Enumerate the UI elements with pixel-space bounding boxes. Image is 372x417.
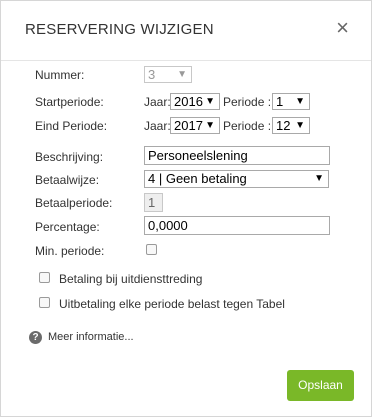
start-periode-label: Periode : — [223, 95, 272, 109]
eindperiode-label: Eind Periode: — [35, 119, 108, 133]
nummer-value: 3 — [148, 67, 156, 82]
min-periode-checkbox[interactable] — [146, 244, 157, 255]
betaalwijze-value: 4 | Geen betaling — [148, 171, 247, 186]
eind-periode-select[interactable]: 12 ▼ — [272, 117, 310, 134]
uitdiensttreding-label: Betaling bij uitdiensttreding — [59, 272, 203, 286]
meer-informatie-link[interactable]: Meer informatie... — [48, 331, 134, 343]
percentage-input[interactable]: 0,0000 — [144, 216, 330, 235]
betaalwijze-label: Betaalwijze: — [35, 173, 100, 187]
reservering-dialog: RESERVERING WIJZIGEN × Nummer: 3 ▼ Start… — [0, 0, 372, 417]
eind-periode-label: Periode : — [223, 119, 272, 133]
min-periode-label: Min. periode: — [35, 244, 105, 258]
nummer-select: 3 ▼ — [144, 66, 192, 83]
start-jaar-value: 2016 — [174, 94, 203, 109]
beschrijving-label: Beschrijving: — [35, 150, 104, 164]
start-jaar-label: Jaar: — [144, 95, 171, 109]
chevron-down-icon: ▼ — [295, 120, 305, 131]
start-jaar-select[interactable]: 2016 ▼ — [170, 93, 220, 110]
chevron-down-icon: ▼ — [177, 69, 187, 80]
start-periode-select[interactable]: 1 ▼ — [272, 93, 310, 110]
chevron-down-icon: ▼ — [314, 173, 324, 184]
percentage-label: Percentage: — [35, 220, 100, 234]
save-button[interactable]: Opslaan — [287, 370, 354, 401]
eind-periode-value: 12 — [276, 118, 291, 133]
eind-jaar-value: 2017 — [174, 118, 203, 133]
dialog-title: RESERVERING WIJZIGEN — [25, 21, 214, 38]
close-icon[interactable]: × — [336, 17, 349, 39]
question-circle-icon[interactable]: ? — [29, 331, 42, 344]
eind-jaar-label: Jaar: — [144, 119, 171, 133]
betaalwijze-select[interactable]: 4 | Geen betaling ▼ — [144, 170, 329, 188]
startperiode-label: Startperiode: — [35, 95, 104, 109]
chevron-down-icon: ▼ — [295, 96, 305, 107]
uitbetaling-label: Uitbetaling elke periode belast tegen Ta… — [59, 297, 285, 311]
betaalperiode-input: 1 — [144, 193, 163, 212]
chevron-down-icon: ▼ — [205, 120, 215, 131]
eind-jaar-select[interactable]: 2017 ▼ — [170, 117, 220, 134]
dialog-header: RESERVERING WIJZIGEN × — [1, 1, 371, 61]
uitbetaling-checkbox[interactable] — [39, 297, 50, 308]
betaalperiode-label: Betaalperiode: — [35, 196, 113, 210]
start-periode-value: 1 — [276, 94, 284, 109]
uitdiensttreding-checkbox[interactable] — [39, 272, 50, 283]
beschrijving-input[interactable]: Personeelslening — [144, 146, 330, 165]
chevron-down-icon: ▼ — [205, 96, 215, 107]
nummer-label: Nummer: — [35, 68, 85, 82]
